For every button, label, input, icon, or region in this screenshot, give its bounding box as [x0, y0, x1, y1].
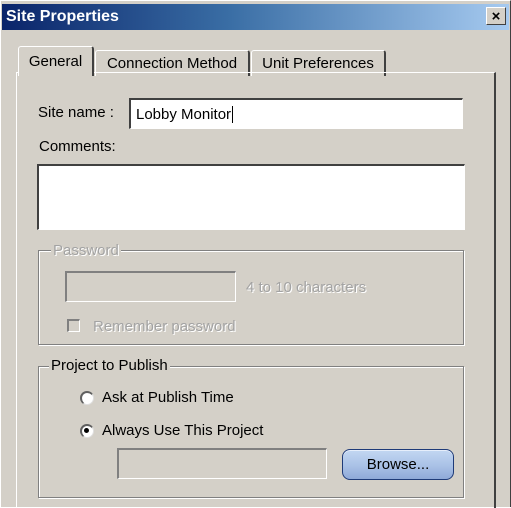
project-path-input[interactable]	[117, 448, 327, 479]
site-properties-dialog: Site Properties × General Connection Met…	[0, 0, 511, 508]
browse-button[interactable]: Browse...	[342, 449, 454, 480]
radio-selected-icon	[84, 428, 89, 433]
password-input[interactable]	[65, 271, 236, 302]
radio-ask-label: Ask at Publish Time	[102, 389, 234, 406]
checkbox-icon[interactable]	[67, 319, 80, 332]
title-bar[interactable]: Site Properties ×	[2, 4, 509, 30]
tab-general-label: General	[28, 53, 83, 70]
tab-unit-preferences-label: Unit Preferences	[262, 55, 374, 72]
browse-button-label: Browse...	[366, 456, 430, 473]
radio-always-use-project[interactable]	[80, 424, 94, 438]
close-icon: ×	[491, 7, 501, 25]
site-name-label: Site name :	[38, 104, 114, 121]
project-legend: Project to Publish	[49, 357, 170, 375]
remember-password-label: Remember password	[93, 318, 236, 335]
radio-ask-at-publish[interactable]	[80, 391, 94, 405]
tab-connection-method-label: Connection Method	[106, 55, 238, 72]
password-legend: Password	[51, 242, 121, 260]
comments-textarea[interactable]	[37, 164, 465, 230]
text-caret	[232, 105, 234, 123]
window-title: Site Properties	[6, 8, 119, 25]
tab-general[interactable]: General	[18, 46, 94, 76]
password-hint: 4 to 10 characters	[246, 279, 367, 296]
comments-label: Comments:	[39, 138, 116, 155]
close-button[interactable]: ×	[486, 7, 506, 25]
radio-always-label: Always Use This Project	[102, 422, 264, 439]
site-name-value: Lobby Monitor	[136, 105, 232, 123]
site-name-input[interactable]: Lobby Monitor	[129, 98, 463, 129]
